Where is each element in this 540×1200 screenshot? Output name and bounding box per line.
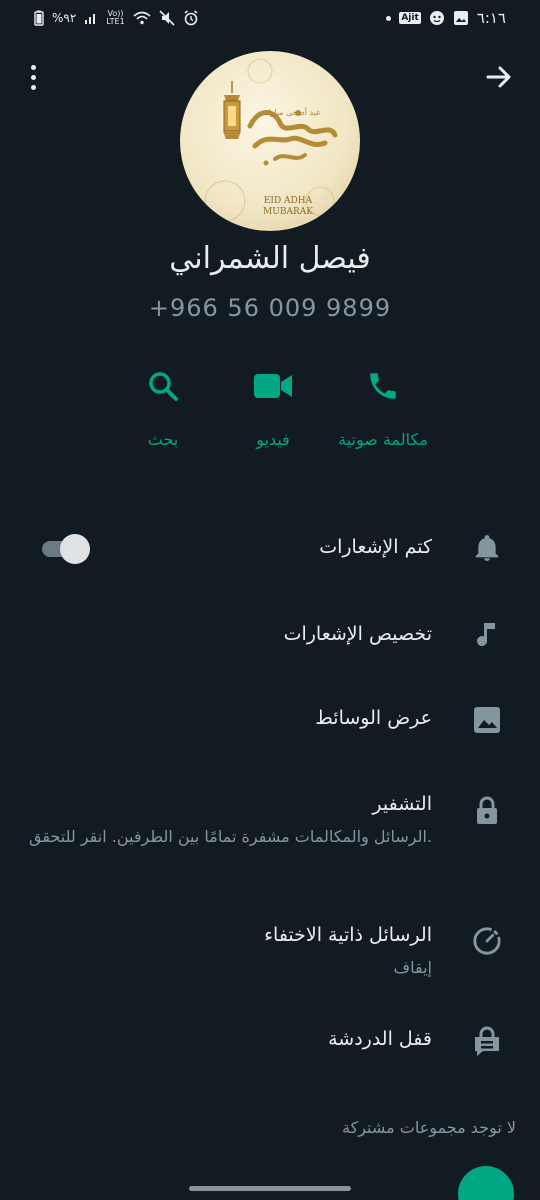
contact-avatar[interactable]: عيد أضحى مبارك EID ADHA MUBARAK <box>180 51 360 231</box>
gallery-notification-icon <box>453 10 469 26</box>
groups-section: لا توجد مجموعات مشتركة <box>0 1098 540 1200</box>
more-options-button[interactable] <box>20 62 46 92</box>
search-button[interactable]: بحث <box>108 366 218 456</box>
search-label: بحث <box>147 430 179 449</box>
no-common-groups-text: لا توجد مجموعات مشتركة <box>342 1118 516 1137</box>
video-icon <box>253 366 293 406</box>
notification-dot <box>386 15 392 21</box>
battery-icon <box>34 10 44 26</box>
alarm-icon <box>183 10 199 26</box>
voice-call-button[interactable]: مكالمة صوتية <box>328 366 438 456</box>
quick-actions: بحث فيديو مكالمة صوتية <box>108 366 438 456</box>
mute-notifications-label: كتم الإشعارات <box>319 536 432 558</box>
encryption-title: التشفير <box>372 793 432 815</box>
media-label: عرض الوسائط <box>315 707 432 729</box>
privacy-section: التشفير الرسائل والمكالمات مشفرة تمامًا … <box>0 773 540 1085</box>
mute-icon <box>159 10 175 26</box>
lte-icon: Vo)) LTE1 <box>106 10 124 26</box>
contact-name: فيصل الشمراني <box>169 241 371 276</box>
gesture-nav-handle[interactable] <box>189 1186 351 1191</box>
status-bar: %٩٢ Vo)) LTE1 Ajit ٦:١٦ <box>0 0 540 36</box>
image-icon <box>472 705 502 735</box>
svg-text:MUBARAK: MUBARAK <box>263 207 313 217</box>
chat-lock-icon <box>472 1026 502 1056</box>
lock-icon <box>472 795 502 825</box>
wifi-icon <box>133 11 151 25</box>
signal-icon <box>84 11 98 25</box>
battery-percent: %٩٢ <box>52 11 77 25</box>
menu-dot <box>30 84 36 90</box>
encryption-subtitle: الرسائل والمكالمات مشفرة تمامًا بين الطر… <box>29 827 432 846</box>
mute-toggle[interactable] <box>40 534 90 564</box>
app-notification-icon <box>429 10 445 26</box>
chat-lock-row[interactable]: قفل الدردشة <box>0 998 540 1085</box>
disappearing-messages-title: الرسائل ذاتية الاختفاء <box>264 924 432 946</box>
svg-text:عيد أضحى مبارك: عيد أضحى مبارك <box>264 107 321 117</box>
encryption-row[interactable]: التشفير الرسائل والمكالمات مشفرة تمامًا … <box>0 773 540 898</box>
contact-phone: +966 56 009 9899 <box>148 294 392 322</box>
status-bar-right: Ajit ٦:١٦ <box>386 10 506 26</box>
custom-notifications-row[interactable]: تخصيص الإشعارات <box>0 593 540 677</box>
disappearing-messages-status: إيقاف <box>393 958 432 977</box>
custom-notifications-label: تخصيص الإشعارات <box>283 623 432 645</box>
status-bar-left: %٩٢ Vo)) LTE1 <box>34 10 199 26</box>
search-icon <box>143 366 183 406</box>
create-group-button[interactable] <box>458 1166 514 1200</box>
chat-lock-title: قفل الدردشة <box>328 1028 432 1050</box>
bell-icon <box>472 533 502 563</box>
back-arrow-icon[interactable] <box>484 62 514 92</box>
voice-call-label: مكالمة صوتية <box>338 430 428 449</box>
disappearing-messages-row[interactable]: الرسائل ذاتية الاختفاء إيقاف <box>0 898 540 998</box>
lte-bottom: LTE1 <box>106 17 125 26</box>
notifications-section: كتم الإشعارات تخصيص الإشعارات عرض الوسائ… <box>0 505 540 760</box>
menu-dot <box>30 64 36 70</box>
eid-greeting-art: عيد أضحى مبارك EID ADHA MUBARAK <box>204 58 338 222</box>
media-row[interactable]: عرض الوسائط <box>0 677 540 760</box>
menu-dot <box>30 74 36 80</box>
clock: ٦:١٦ <box>476 8 506 27</box>
phone-icon <box>363 366 403 406</box>
network-badge: Ajit <box>399 12 421 24</box>
video-call-button[interactable]: فيديو <box>218 366 328 456</box>
lantern-icon <box>223 81 241 139</box>
svg-text:EID ADHA: EID ADHA <box>264 196 313 206</box>
timer-icon <box>472 926 502 956</box>
video-label: فيديو <box>256 430 290 449</box>
contact-header: عيد أضحى مبارك EID ADHA MUBARAK فيصل الش… <box>0 36 540 493</box>
mute-toggle-knob <box>60 534 90 564</box>
mute-notifications-row[interactable]: كتم الإشعارات <box>0 505 540 593</box>
music-note-icon <box>472 621 502 651</box>
